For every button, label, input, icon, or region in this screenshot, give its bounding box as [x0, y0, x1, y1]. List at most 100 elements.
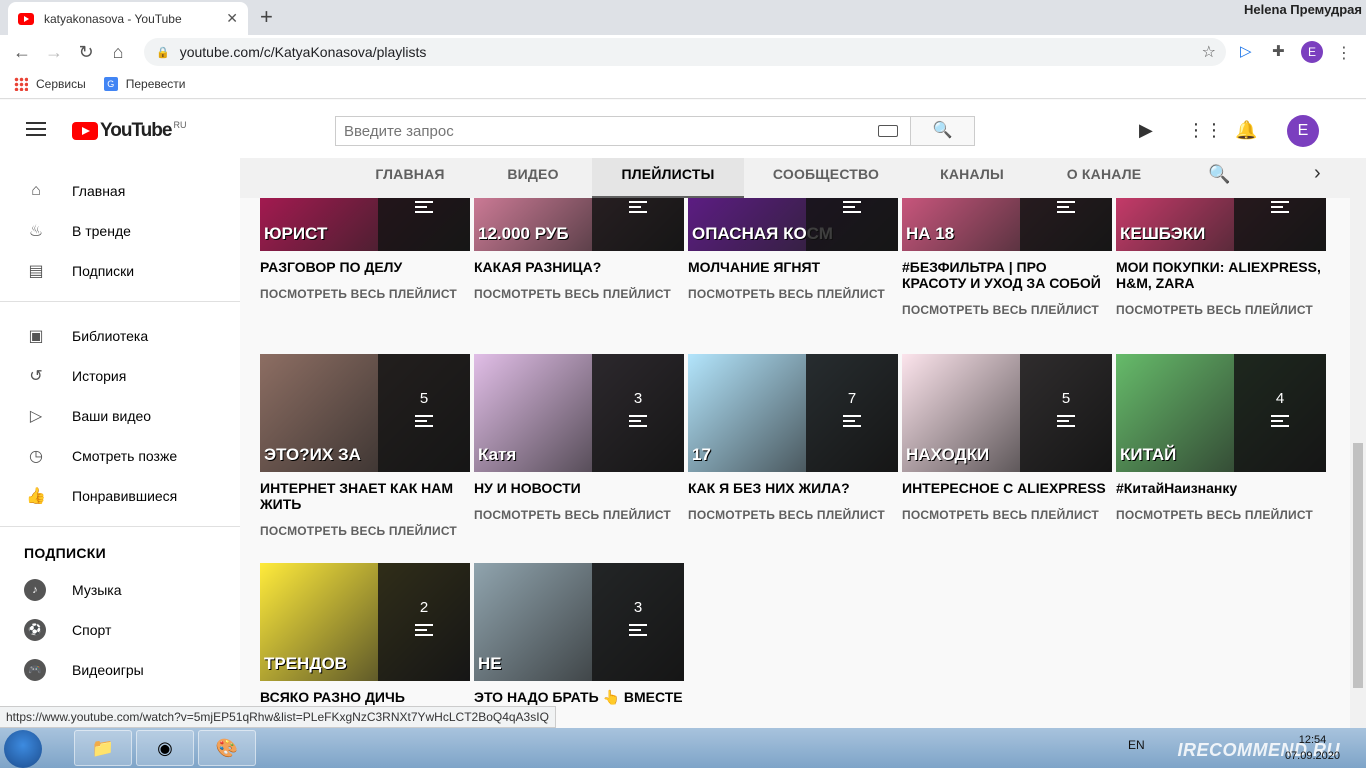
playlist-card[interactable]: НАХОДКИ 5 ИНТЕРЕСНОЕ С ALIEXPRESS ПОСМОТРЕТ…	[902, 354, 1112, 522]
playlist-title[interactable]: НУ И НОВОСТИ	[474, 480, 684, 496]
playlist-thumbnail[interactable]: ТРЕНДОВ 2	[260, 563, 470, 681]
close-tab-icon[interactable]: ✕	[226, 10, 238, 27]
playlist-title[interactable]: МОЛЧАНИЕ ЯГНЯТ	[688, 259, 898, 275]
playlist-card[interactable]: 12.000 РУБ КАКАЯ РАЗНИЦА? ПОСМОТРЕТЬ ВЕСЬ …	[474, 198, 684, 301]
paint-icon[interactable]: 🎨	[198, 730, 256, 766]
playlist-title[interactable]: #КитайНаизнанку	[1116, 480, 1326, 496]
playlist-title[interactable]: ЭТО НАДО БРАТЬ 👆 ВМЕСТЕ С	[474, 689, 684, 706]
playlist-title[interactable]: РАЗГОВОР ПО ДЕЛУ	[260, 259, 470, 275]
playlist-thumbnail[interactable]: НА 18	[902, 198, 1112, 251]
new-tab-icon[interactable]: +	[260, 4, 273, 30]
windows-start-icon[interactable]	[4, 730, 42, 768]
chrome-icon[interactable]: ◉	[136, 730, 194, 766]
playlist-title[interactable]: ВСЯКО РАЗНО ДИЧЬ	[260, 689, 470, 705]
playlist-card[interactable]: НА 18 #БЕЗФИЛЬТРА | ПРО КРАСОТУ И УХОД ЗА…	[902, 198, 1112, 317]
view-full-playlist-link[interactable]: ПОСМОТРЕТЬ ВЕСЬ ПЛЕЙЛИСТ	[260, 287, 470, 301]
scrollbar-thumb[interactable]	[1353, 443, 1363, 688]
sidebar-item-library[interactable]: ▣ Библиотека	[0, 316, 240, 356]
view-full-playlist-link[interactable]: ПОСМОТРЕТЬ ВЕСЬ ПЛЕЙЛИСТ	[688, 287, 898, 301]
playlist-card[interactable]: КИТАЙ 4 #КитайНаизнанку ПОСМОТРЕТЬ ВЕСЬ ПЛЕ…	[1116, 354, 1326, 522]
notifications-bell-icon[interactable]: 🔔	[1235, 120, 1257, 141]
tab-videos[interactable]: ВИДЕО	[480, 158, 586, 198]
account-avatar[interactable]: E	[1287, 115, 1319, 147]
youtube-logo[interactable]: YouTube RU	[72, 120, 186, 142]
reload-icon[interactable]: ↻	[70, 42, 102, 63]
tab-channels[interactable]: КАНАЛЫ	[920, 158, 1024, 198]
playlist-thumbnail[interactable]: 17 7	[688, 354, 898, 472]
system-clock[interactable]: 12:54 07.09.2020	[1285, 732, 1340, 764]
playlist-thumbnail[interactable]: ЭТО?ИХ ЗА 5	[260, 354, 470, 472]
page-scrollbar[interactable]	[1350, 158, 1366, 728]
search-input[interactable]	[344, 122, 878, 140]
playlist-thumbnail[interactable]: НЕ 3	[474, 563, 684, 681]
tab-home[interactable]: ГЛАВНАЯ	[358, 158, 462, 198]
sidebar-item-subscriptions[interactable]: ▤ Подписки	[0, 251, 240, 291]
sidebar-item-music[interactable]: ♪ Музыка	[0, 570, 240, 610]
playlist-title[interactable]: КАКАЯ РАЗНИЦА?	[474, 259, 684, 275]
sidebar-item-sport[interactable]: ⚽ Спорт	[0, 610, 240, 650]
view-full-playlist-link[interactable]: ПОСМОТРЕТЬ ВЕСЬ ПЛЕЙЛИСТ	[902, 508, 1112, 522]
playlist-thumbnail[interactable]: ОПАСНАЯ КОСМ	[688, 198, 898, 251]
explorer-icon[interactable]: 📁	[74, 730, 132, 766]
playlist-card[interactable]: ЮРИСТ РАЗГОВОР ПО ДЕЛУ ПОСМОТРЕТЬ ВЕСЬ ПЛЕ…	[260, 198, 470, 301]
sidebar-item-history[interactable]: ↺ История	[0, 356, 240, 396]
playlist-thumbnail[interactable]: 12.000 РУБ	[474, 198, 684, 251]
playlist-card[interactable]: КЕШБЭКИ МОИ ПОКУПКИ: ALIEXPRESS, H&M, ZAR…	[1116, 198, 1326, 317]
profile-avatar[interactable]: E	[1301, 41, 1323, 63]
tab-community[interactable]: СООБЩЕСТВО	[758, 158, 894, 198]
url-text[interactable]: youtube.com/c/KatyaKonasova/playlists	[180, 44, 1202, 60]
extensions-puzzle-icon[interactable]: ✚	[1272, 42, 1285, 60]
chevron-right-icon[interactable]: ›	[1314, 162, 1321, 185]
chrome-menu-icon[interactable]: ⋮	[1336, 43, 1352, 63]
view-full-playlist-link[interactable]: ПОСМОТРЕТЬ ВЕСЬ ПЛЕЙЛИСТ	[474, 287, 684, 301]
omnibox[interactable]: 🔒 youtube.com/c/KatyaKonasova/playlists …	[144, 38, 1226, 66]
sidebar-item-your-videos[interactable]: ▷ Ваши видео	[0, 396, 240, 436]
sidebar-item-liked[interactable]: 👍 Понравившиеся	[0, 476, 240, 516]
search-button[interactable]: 🔍	[911, 116, 975, 146]
search-icon: 🔍	[932, 122, 953, 139]
view-full-playlist-link[interactable]: ПОСМОТРЕТЬ ВЕСЬ ПЛЕЙЛИСТ	[260, 524, 470, 538]
playlist-title[interactable]: ИНТЕРЕСНОЕ С ALIEXPRESS	[902, 480, 1112, 496]
your-videos-icon: ▷	[29, 408, 43, 425]
keyboard-icon[interactable]	[878, 125, 898, 137]
menu-hamburger-icon[interactable]	[26, 122, 46, 136]
apps-icon[interactable]: ⋮⋮	[1187, 120, 1223, 141]
playlist-title[interactable]: #БЕЗФИЛЬТРА | ПРО КРАСОТУ И УХОД ЗА СОБО…	[902, 259, 1112, 291]
playlist-title[interactable]: КАК Я БЕЗ НИХ ЖИЛА?	[688, 480, 898, 496]
sidebar-item-watch-later[interactable]: ◷ Смотреть позже	[0, 436, 240, 476]
playlist-thumbnail[interactable]: Катя 3	[474, 354, 684, 472]
create-video-icon[interactable]: ▶	[1139, 120, 1153, 141]
playlist-card[interactable]: Катя 3 НУ И НОВОСТИ ПОСМОТРЕТЬ ВЕСЬ ПЛЕЙЛИС…	[474, 354, 684, 522]
playlist-card[interactable]: НЕ3 ЭТО НАДО БРАТЬ 👆 ВМЕСТЕ С	[474, 563, 684, 706]
view-full-playlist-link[interactable]: ПОСМОТРЕТЬ ВЕСЬ ПЛЕЙЛИСТ	[1116, 508, 1326, 522]
playlist-thumbnail[interactable]: КЕШБЭКИ	[1116, 198, 1326, 251]
sidebar-item-gaming[interactable]: 🎮 Видеоигры	[0, 650, 240, 690]
playlist-thumbnail[interactable]: ЮРИСТ	[260, 198, 470, 251]
bookmark-services[interactable]: Сервисы	[14, 76, 86, 91]
playlist-title[interactable]: МОИ ПОКУПКИ: ALIEXPRESS, H&M, ZARA	[1116, 259, 1326, 291]
tab-playlists[interactable]: ПЛЕЙЛИСТЫ	[592, 158, 744, 198]
view-full-playlist-link[interactable]: ПОСМОТРЕТЬ ВЕСЬ ПЛЕЙЛИСТ	[902, 303, 1112, 317]
view-full-playlist-link[interactable]: ПОСМОТРЕТЬ ВЕСЬ ПЛЕЙЛИСТ	[474, 508, 684, 522]
channel-search-icon[interactable]: 🔍	[1208, 164, 1230, 185]
language-indicator[interactable]: EN	[1128, 738, 1145, 752]
playlist-title[interactable]: ИНТЕРНЕТ ЗНАЕТ КАК НАМ ЖИТЬ	[260, 480, 470, 512]
playlist-card[interactable]: ЭТО?ИХ ЗА 5 ИНТЕРНЕТ ЗНАЕТ КАК НАМ ЖИТЬ ПОС…	[260, 354, 470, 538]
sidebar-item-trending[interactable]: ♨ В тренде	[0, 211, 240, 251]
forward-icon[interactable]: →	[38, 42, 70, 63]
playlist-thumbnail[interactable]: КИТАЙ 4	[1116, 354, 1326, 472]
extension-icon[interactable]: ▷	[1240, 42, 1252, 60]
bookmark-translate[interactable]: G Перевести	[103, 76, 185, 91]
view-full-playlist-link[interactable]: ПОСМОТРЕТЬ ВЕСЬ ПЛЕЙЛИСТ	[688, 508, 898, 522]
back-icon[interactable]: ←	[6, 42, 38, 63]
home-button-icon[interactable]: ⌂	[102, 42, 134, 63]
playlist-card[interactable]: ТРЕНДОВ 2 ВСЯКО РАЗНО ДИЧЬ	[260, 563, 470, 705]
browser-tab[interactable]: katyakonasova - YouTube ✕	[8, 2, 248, 35]
bookmark-star-icon[interactable]: ☆	[1202, 42, 1216, 62]
tab-about[interactable]: О КАНАЛЕ	[1048, 158, 1160, 198]
view-full-playlist-link[interactable]: ПОСМОТРЕТЬ ВЕСЬ ПЛЕЙЛИСТ	[1116, 303, 1326, 317]
playlist-card[interactable]: ОПАСНАЯ КОСМ МОЛЧАНИЕ ЯГНЯТ ПОСМОТРЕТЬ ВЕС…	[688, 198, 898, 301]
playlist-card[interactable]: 17 7 КАК Я БЕЗ НИХ ЖИЛА? ПОСМОТРЕТЬ ВЕСЬ ПЛ…	[688, 354, 898, 522]
playlist-thumbnail[interactable]: НАХОДКИ 5	[902, 354, 1112, 472]
sidebar-item-home[interactable]: ⌂ Главная	[0, 171, 240, 211]
